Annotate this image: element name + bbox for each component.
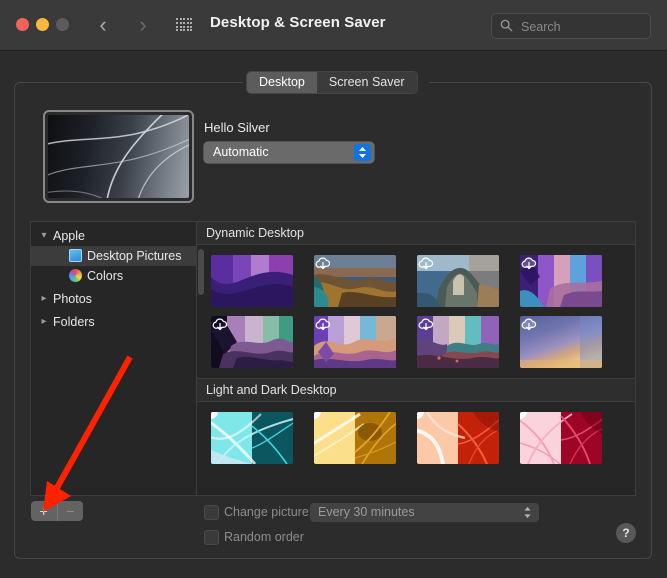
wallpaper-thumb-bigsur-cliffs[interactable] <box>417 316 499 368</box>
thumbnail-row <box>197 307 635 368</box>
search-icon <box>500 19 513 32</box>
window-titlebar: ‹ › Desktop & Screen Saver <box>0 0 667 51</box>
wallpaper-mode-popup[interactable]: Automatic <box>204 142 374 163</box>
cloud-download-icon[interactable] <box>520 255 538 273</box>
light-dark-badge-icon[interactable] <box>314 412 322 420</box>
desktop-pictures-icon <box>69 249 82 262</box>
help-button[interactable]: ? <box>616 523 636 543</box>
wallpaper-thumb-bigsur-coast[interactable] <box>314 255 396 307</box>
add-remove-source-segmented-control[interactable]: + − <box>31 501 83 521</box>
sidebar-item-apple[interactable]: ▾ Apple <box>31 226 196 246</box>
sidebar-item-label: Desktop Pictures <box>87 249 182 263</box>
wallpaper-name: Hello Silver <box>204 120 270 135</box>
change-interval-popup[interactable]: Every 30 minutes <box>310 503 539 522</box>
wallpaper-thumb-solar-gradient[interactable] <box>520 316 602 368</box>
zoom-window-button[interactable] <box>56 18 69 31</box>
cloud-download-icon[interactable] <box>314 255 332 273</box>
search-field[interactable] <box>491 13 651 40</box>
current-wallpaper-preview[interactable] <box>43 110 194 203</box>
section-title: Dynamic Desktop <box>206 226 304 240</box>
sidebar-item-colors[interactable]: Colors <box>31 266 196 286</box>
change-picture-checkbox[interactable] <box>204 505 219 520</box>
wallpaper-thumb-catalina-shore[interactable] <box>520 255 602 307</box>
cloud-download-icon[interactable] <box>314 316 332 334</box>
section-title: Light and Dark Desktop <box>206 383 337 397</box>
sidebar-item-folders[interactable]: ▸ Folders <box>31 312 196 332</box>
close-window-button[interactable] <box>16 18 29 31</box>
wallpaper-gallery[interactable]: Dynamic Desktop Light and Dark Desktop <box>196 221 636 496</box>
wallpaper-thumb-catalina-island[interactable] <box>417 255 499 307</box>
sidebar-item-label: Folders <box>53 315 95 329</box>
show-all-preferences-icon[interactable] <box>176 18 193 32</box>
wallpaper-thumb-hello-yellow[interactable] <box>314 412 396 464</box>
preferences-window: ‹ › Desktop & Screen Saver Desktop Scree… <box>0 0 667 578</box>
wallpaper-thumb-desert-ridge[interactable] <box>314 316 396 368</box>
chevron-right-icon[interactable]: ▸ <box>39 289 49 309</box>
popup-stepper-arrows[interactable] <box>354 144 371 161</box>
cloud-download-icon[interactable] <box>417 255 435 273</box>
colors-wheel-icon <box>69 269 82 282</box>
random-order-label: Random order <box>224 530 304 544</box>
light-dark-badge-icon[interactable] <box>520 412 528 420</box>
cloud-download-icon[interactable] <box>520 316 538 334</box>
chevron-right-icon[interactable]: ▸ <box>39 312 49 332</box>
remove-source-button[interactable]: − <box>56 501 84 521</box>
section-header-dynamic-desktop: Dynamic Desktop <box>197 222 635 245</box>
sidebar-item-photos[interactable]: ▸ Photos <box>31 289 196 309</box>
thumbnail-row <box>197 245 635 307</box>
tab-bar: Desktop Screen Saver <box>247 72 417 93</box>
page-title: Desktop & Screen Saver <box>210 14 386 31</box>
search-input[interactable] <box>519 14 643 40</box>
wallpaper-thumb-hello-orange[interactable] <box>417 412 499 464</box>
source-list[interactable]: ▾ Apple Desktop Pictures Colors ▸ Photos… <box>30 221 196 496</box>
chevron-down-icon[interactable]: ▾ <box>39 226 49 246</box>
wallpaper-thumb-bigsur-graphic[interactable] <box>211 255 293 307</box>
cloud-download-icon[interactable] <box>417 316 435 334</box>
add-source-button[interactable]: + <box>31 501 57 521</box>
wallpaper-thumb-mojave-dunes[interactable] <box>211 316 293 368</box>
light-dark-badge-icon[interactable] <box>417 412 425 420</box>
wallpaper-mode-value: Automatic <box>213 145 269 159</box>
change-interval-value: Every 30 minutes <box>318 505 415 519</box>
wallpaper-thumb-hello-pink[interactable] <box>520 412 602 464</box>
sidebar-item-label: Photos <box>53 292 92 306</box>
sidebar-item-label: Colors <box>87 269 124 283</box>
cloud-download-icon[interactable] <box>211 316 229 334</box>
popup-stepper-arrows[interactable] <box>523 506 532 524</box>
sidebar-item-label: Apple <box>53 229 85 243</box>
random-order-checkbox[interactable] <box>204 530 219 545</box>
wallpaper-thumb-hello-cyan[interactable] <box>211 412 293 464</box>
light-dark-badge-icon[interactable] <box>211 412 219 420</box>
thumbnail-row <box>197 402 635 464</box>
back-chevron-icon[interactable]: ‹ <box>92 13 114 37</box>
section-header-light-and-dark-desktop: Light and Dark Desktop <box>197 378 635 402</box>
tab-desktop[interactable]: Desktop <box>247 72 317 93</box>
sidebar-item-desktop-pictures[interactable]: Desktop Pictures <box>31 246 196 266</box>
change-picture-label: Change picture: <box>224 505 313 519</box>
preview-image <box>48 115 189 198</box>
minimize-window-button[interactable] <box>36 18 49 31</box>
tab-screen-saver[interactable]: Screen Saver <box>316 72 417 93</box>
forward-chevron-icon[interactable]: › <box>132 13 154 37</box>
